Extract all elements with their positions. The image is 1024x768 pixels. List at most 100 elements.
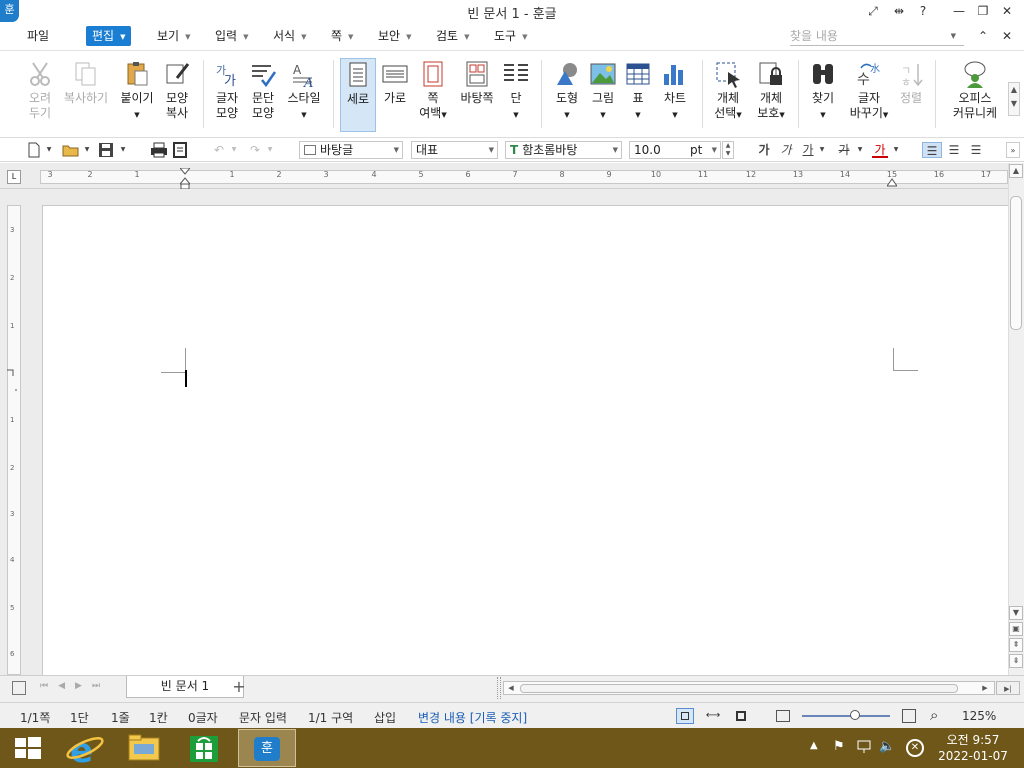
object-protect-button[interactable]: 개체 보호▼: [752, 58, 790, 132]
page-margin-button[interactable]: 쪽 여백▼: [414, 58, 452, 132]
toolbar-expand-icon[interactable]: »: [1006, 142, 1020, 158]
tab-list-icon[interactable]: [12, 681, 26, 695]
view-full-icon[interactable]: [732, 708, 750, 724]
font-size-input[interactable]: 10.0 pt ▼: [629, 141, 721, 159]
scroll-down-icon[interactable]: ▼: [1009, 606, 1023, 620]
chevron-down-icon[interactable]: ▼: [82, 142, 92, 158]
undo-icon[interactable]: ↶: [210, 142, 228, 158]
chevron-down-icon[interactable]: ▼: [44, 142, 54, 158]
close-doc-button[interactable]: ✕: [996, 27, 1018, 45]
status-track-changes[interactable]: 변경 내용 [기록 중지]: [418, 709, 527, 726]
chart-button[interactable]: 차트 ▼: [658, 58, 692, 132]
vertical-margin-marker-icon[interactable]: [5, 368, 22, 398]
ie-icon[interactable]: e: [58, 729, 114, 768]
start-button[interactable]: [0, 729, 56, 767]
table-button[interactable]: 표 ▼: [622, 58, 654, 132]
style-button[interactable]: AA 스타일 ▼: [284, 58, 324, 132]
tab-nav-arrows-icon[interactable]: ⏮◀▶⏭: [40, 681, 120, 695]
show-hidden-icons-icon[interactable]: ▲: [810, 740, 824, 754]
clock[interactable]: 오전 9:57 2022-01-07: [928, 732, 1018, 764]
menu-edit[interactable]: 편집 ▼: [86, 26, 132, 46]
document-tab[interactable]: 빈 문서 1: [126, 676, 244, 698]
align-left-icon[interactable]: ☰: [945, 142, 963, 158]
store-icon[interactable]: [176, 729, 232, 767]
resize-width-icon[interactable]: ⇹: [888, 2, 910, 20]
zoom-level[interactable]: 125%: [962, 709, 996, 723]
portrait-button[interactable]: 세로: [340, 58, 376, 132]
ribbon-scroll[interactable]: ▲ ▼: [1008, 82, 1020, 116]
landscape-button[interactable]: 가로: [378, 58, 412, 132]
bold-button[interactable]: 가: [756, 142, 772, 158]
zoom-slider-thumb[interactable]: [849, 710, 860, 720]
menu-review[interactable]: 검토 ▼: [436, 26, 469, 46]
document-page[interactable]: [42, 205, 1008, 675]
font-size-stepper[interactable]: ▲ ▼: [722, 141, 734, 159]
vertical-scroll-thumb[interactable]: [1010, 196, 1022, 330]
next-page-icon[interactable]: ⇟: [1009, 654, 1023, 668]
redo-icon[interactable]: ↷: [246, 142, 264, 158]
chevron-down-icon[interactable]: ▼: [818, 142, 826, 158]
save-icon[interactable]: [98, 142, 114, 158]
sort-button[interactable]: ㄱㅎ 정렬: [896, 58, 926, 132]
magnifier-icon[interactable]: ⌕: [930, 706, 948, 724]
flag-icon[interactable]: ⚑: [833, 739, 849, 755]
scroll-up-icon[interactable]: ▲: [1009, 164, 1023, 178]
minimize-button[interactable]: —: [948, 2, 970, 20]
background-page-button[interactable]: 바탕쪽: [456, 58, 498, 132]
menu-format[interactable]: 서식 ▼: [273, 26, 306, 46]
style-select[interactable]: 바탕글 ▼: [299, 141, 403, 159]
language-select[interactable]: 대표 ▼: [411, 141, 498, 159]
status-insert[interactable]: 삽입: [374, 709, 396, 726]
font-select[interactable]: T 함초롬바탕 ▼: [505, 141, 622, 159]
tab-type-icon[interactable]: L: [7, 170, 21, 184]
office-communicator-button[interactable]: 오피스 커뮤니케: [944, 58, 1006, 132]
cut-button[interactable]: 오려 두기: [24, 58, 56, 132]
menu-tools[interactable]: 도구 ▼: [494, 26, 527, 46]
chevron-down-icon[interactable]: ▼: [892, 142, 900, 158]
menu-file[interactable]: 파일: [27, 26, 49, 46]
chevron-down-icon[interactable]: ▼: [856, 142, 864, 158]
right-indent-marker-icon[interactable]: [886, 174, 898, 188]
restore-button[interactable]: ❐: [972, 2, 994, 20]
object-select-button[interactable]: 개체 선택▼: [710, 58, 746, 132]
chevron-down-icon[interactable]: ▼: [951, 26, 956, 46]
scroll-right-icon[interactable]: ▶: [979, 682, 991, 694]
column-button[interactable]: 단 ▼: [500, 58, 532, 132]
page-view-icon[interactable]: ▣: [1009, 622, 1023, 636]
help-button[interactable]: ?: [912, 2, 934, 20]
zoom-slider[interactable]: [802, 715, 890, 717]
menu-security[interactable]: 보안 ▼: [378, 26, 411, 46]
add-tab-icon[interactable]: +: [230, 678, 248, 696]
close-button[interactable]: ✕: [996, 2, 1018, 20]
fullscreen-icon[interactable]: ⤢: [862, 2, 884, 20]
vertical-ruler[interactable]: 3 2 1 1 2 3 4 5 6: [7, 205, 21, 675]
replace-button[interactable]: 수水 글자 바꾸기▼: [848, 58, 890, 132]
print-icon[interactable]: [150, 142, 168, 158]
horizontal-scroll-thumb[interactable]: [520, 684, 958, 693]
indent-marker-icon[interactable]: [178, 167, 192, 190]
format-copy-button[interactable]: 모양 복사: [160, 58, 194, 132]
find-button[interactable]: 찾기 ▼: [806, 58, 840, 132]
chevron-down-icon[interactable]: ▼: [266, 142, 274, 158]
char-shape-button[interactable]: 가가 글자 모양: [210, 58, 244, 132]
preview-icon[interactable]: [172, 142, 188, 158]
align-justify-icon[interactable]: ☰: [922, 142, 942, 158]
menu-page[interactable]: 쪽 ▼: [331, 26, 353, 46]
underline-button[interactable]: 가: [800, 142, 816, 158]
view-page-icon[interactable]: [676, 708, 694, 724]
shape-button[interactable]: 도형 ▼: [550, 58, 584, 132]
strike-button[interactable]: 가: [836, 142, 852, 158]
para-shape-button[interactable]: 문단 모양: [246, 58, 280, 132]
menu-view[interactable]: 보기 ▼: [157, 26, 190, 46]
picture-button[interactable]: 그림 ▼: [586, 58, 620, 132]
network-icon[interactable]: [856, 739, 874, 755]
chevron-down-icon[interactable]: ▼: [230, 142, 238, 158]
search-input[interactable]: 찾을 내용 ▼: [790, 26, 964, 46]
open-folder-icon[interactable]: [62, 142, 80, 158]
scroll-left-icon[interactable]: ◀: [505, 682, 517, 694]
scroll-end-icon[interactable]: ▶|: [996, 681, 1020, 695]
status-page[interactable]: 1/1쪽: [20, 709, 50, 726]
italic-button[interactable]: 가: [778, 142, 794, 158]
view-width-icon[interactable]: ⟷: [704, 708, 722, 724]
align-center-icon[interactable]: ☰: [967, 142, 985, 158]
